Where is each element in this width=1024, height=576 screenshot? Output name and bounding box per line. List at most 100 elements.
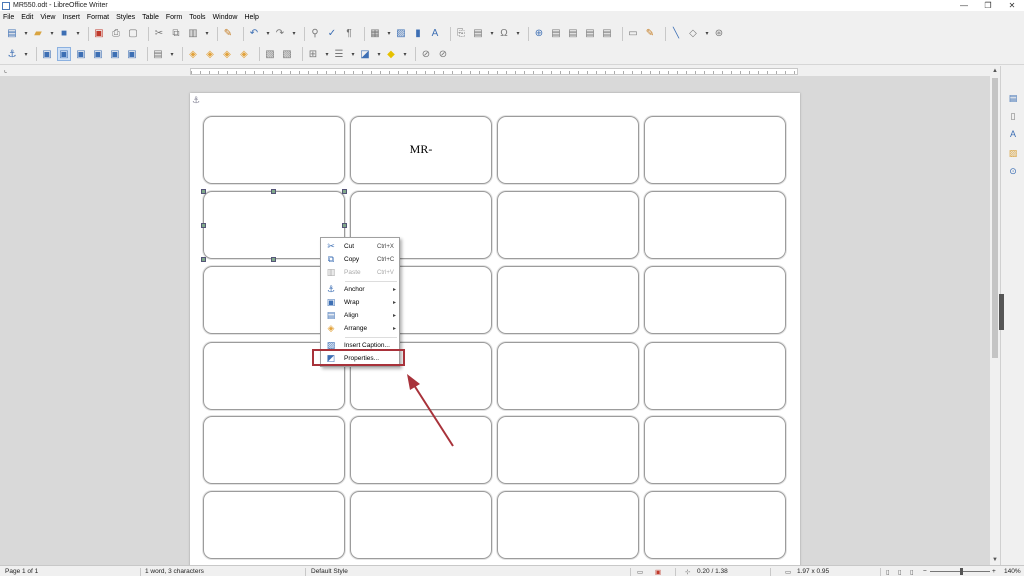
cross-reference-icon[interactable]: ▤ — [601, 28, 613, 40]
to-background-icon[interactable]: ▧ — [281, 48, 293, 60]
new-icon[interactable]: ▤ — [6, 28, 18, 40]
menu-format[interactable]: Format — [87, 14, 109, 21]
label-frame[interactable] — [497, 266, 639, 334]
open-dropdown-icon[interactable]: ▾ — [49, 28, 55, 40]
table-dropdown-icon[interactable]: ▾ — [386, 28, 392, 40]
selection-handle[interactable] — [201, 223, 206, 228]
area-color-icon[interactable]: ◆ — [385, 48, 397, 60]
to-foreground-icon[interactable]: ▧ — [264, 48, 276, 60]
label-frame[interactable] — [644, 266, 786, 334]
send-to-back-icon[interactable]: ◈ — [238, 48, 250, 60]
wrap-before-icon[interactable]: ▣ — [92, 48, 104, 60]
label-frame[interactable] — [644, 191, 786, 259]
label-frame[interactable] — [644, 491, 786, 559]
gallery-deck-icon[interactable]: ▨ — [1007, 147, 1019, 159]
selection-handle[interactable] — [271, 189, 276, 194]
link-frames-icon[interactable]: ⊘ — [420, 48, 432, 60]
label-frame[interactable] — [203, 491, 345, 559]
label-frame[interactable] — [644, 416, 786, 484]
context-menu-align[interactable]: ▤ Align ▸ — [321, 309, 401, 322]
wrap-after-icon[interactable]: ▣ — [109, 48, 121, 60]
menu-window[interactable]: Window — [213, 14, 238, 21]
context-menu-wrap[interactable]: ▣ Wrap ▸ — [321, 296, 401, 309]
special-character-icon[interactable]: Ω — [498, 28, 510, 40]
insert-image-icon[interactable]: ▨ — [395, 28, 407, 40]
export-pdf-icon[interactable]: ▣ — [93, 28, 105, 40]
menu-help[interactable]: Help — [244, 14, 258, 21]
sidebar-collapse-handle[interactable] — [999, 294, 1004, 330]
redo-dropdown-icon[interactable]: ▾ — [291, 28, 297, 40]
menu-file[interactable]: File — [3, 14, 14, 21]
label-frame[interactable] — [497, 416, 639, 484]
label-frame[interactable] — [203, 416, 345, 484]
scroll-up-icon[interactable]: ▲ — [992, 68, 998, 74]
scroll-down-icon[interactable]: ▼ — [992, 557, 998, 563]
line-icon[interactable]: ╲ — [670, 28, 682, 40]
selection-handle[interactable] — [201, 189, 206, 194]
bring-to-front-icon[interactable]: ◈ — [187, 48, 199, 60]
hyperlink-icon[interactable]: ⊕ — [533, 28, 545, 40]
copy-icon[interactable]: ⧉ — [170, 28, 182, 40]
context-menu-cut[interactable]: ✂ Cut Ctrl+X — [321, 240, 401, 253]
context-menu-anchor[interactable]: ⚓ Anchor ▸ — [321, 283, 401, 296]
label-frame[interactable] — [497, 116, 639, 184]
menu-insert[interactable]: Insert — [62, 14, 80, 21]
track-changes-icon[interactable]: ✎ — [644, 28, 656, 40]
save-dropdown-icon[interactable]: ▾ — [75, 28, 81, 40]
border-color-icon[interactable]: ◪ — [359, 48, 371, 60]
zoom-in-icon[interactable]: + — [992, 568, 996, 575]
status-page-style[interactable]: Default Style — [311, 568, 348, 575]
field-icon[interactable]: ▤ — [472, 28, 484, 40]
selection-handle[interactable] — [342, 223, 347, 228]
label-frame[interactable]: MR- — [350, 116, 492, 184]
formatting-marks-icon[interactable]: ¶ — [343, 28, 355, 40]
tab-stop-selector[interactable]: ⌞ — [4, 66, 7, 74]
zoom-slider-knob[interactable] — [960, 568, 963, 575]
undo-dropdown-icon[interactable]: ▾ — [265, 28, 271, 40]
anchor-icon[interactable]: ⚓ — [6, 48, 18, 60]
special-character-dropdown-icon[interactable]: ▾ — [515, 28, 521, 40]
field-dropdown-icon[interactable]: ▾ — [489, 28, 495, 40]
spelling-icon[interactable]: ✓ — [326, 28, 338, 40]
border-style-dropdown-icon[interactable]: ▾ — [350, 48, 356, 60]
paste-dropdown-icon[interactable]: ▾ — [204, 28, 210, 40]
backward-one-icon[interactable]: ◈ — [221, 48, 233, 60]
wrap-off-icon[interactable]: ▣ — [41, 48, 53, 60]
properties-deck-icon[interactable]: ▤ — [1007, 92, 1019, 104]
save-icon[interactable]: ■ — [58, 28, 70, 40]
unlink-frames-icon[interactable]: ⊘ — [437, 48, 449, 60]
restore-button[interactable]: ❐ — [976, 0, 1000, 11]
label-frame[interactable] — [644, 342, 786, 410]
selection-handle[interactable] — [271, 257, 276, 262]
forward-one-icon[interactable]: ◈ — [204, 48, 216, 60]
status-word-count[interactable]: 1 word, 3 characters — [145, 568, 204, 575]
context-menu-copy[interactable]: ⧉ Copy Ctrl+C — [321, 253, 401, 266]
align-dropdown-icon[interactable]: ▾ — [169, 48, 175, 60]
book-view-icon[interactable]: ▯ — [910, 568, 914, 576]
scrollbar-thumb[interactable] — [992, 78, 998, 358]
footnote-icon[interactable]: ▤ — [550, 28, 562, 40]
wrap-through-icon[interactable]: ▣ — [126, 48, 138, 60]
menu-view[interactable]: View — [40, 14, 55, 21]
insert-table-icon[interactable]: ▦ — [369, 28, 381, 40]
label-frame[interactable] — [644, 116, 786, 184]
new-dropdown-icon[interactable]: ▾ — [23, 28, 29, 40]
wrap-parallel-icon[interactable]: ▣ — [57, 47, 71, 61]
insert-textbox-icon[interactable]: A — [429, 28, 441, 40]
shapes-dropdown-icon[interactable]: ▾ — [704, 28, 710, 40]
horizontal-ruler[interactable] — [190, 68, 798, 75]
minimize-button[interactable]: — — [952, 0, 976, 11]
find-replace-icon[interactable]: ⚲ — [309, 28, 321, 40]
clone-formatting-icon[interactable]: ✎ — [222, 28, 234, 40]
border-color-dropdown-icon[interactable]: ▾ — [376, 48, 382, 60]
menu-form[interactable]: Form — [166, 14, 182, 21]
print-icon[interactable]: ⎙ — [110, 28, 122, 40]
menu-styles[interactable]: Styles — [116, 14, 135, 21]
insert-chart-icon[interactable]: ▮ — [412, 28, 424, 40]
selection-mode-icon[interactable]: ▭ — [637, 568, 643, 576]
redo-icon[interactable]: ↷ — [274, 28, 286, 40]
menu-table[interactable]: Table — [142, 14, 159, 21]
shapes-icon[interactable]: ◇ — [687, 28, 699, 40]
label-frame[interactable] — [497, 491, 639, 559]
navigator-deck-icon[interactable]: ⊙ — [1007, 165, 1019, 177]
